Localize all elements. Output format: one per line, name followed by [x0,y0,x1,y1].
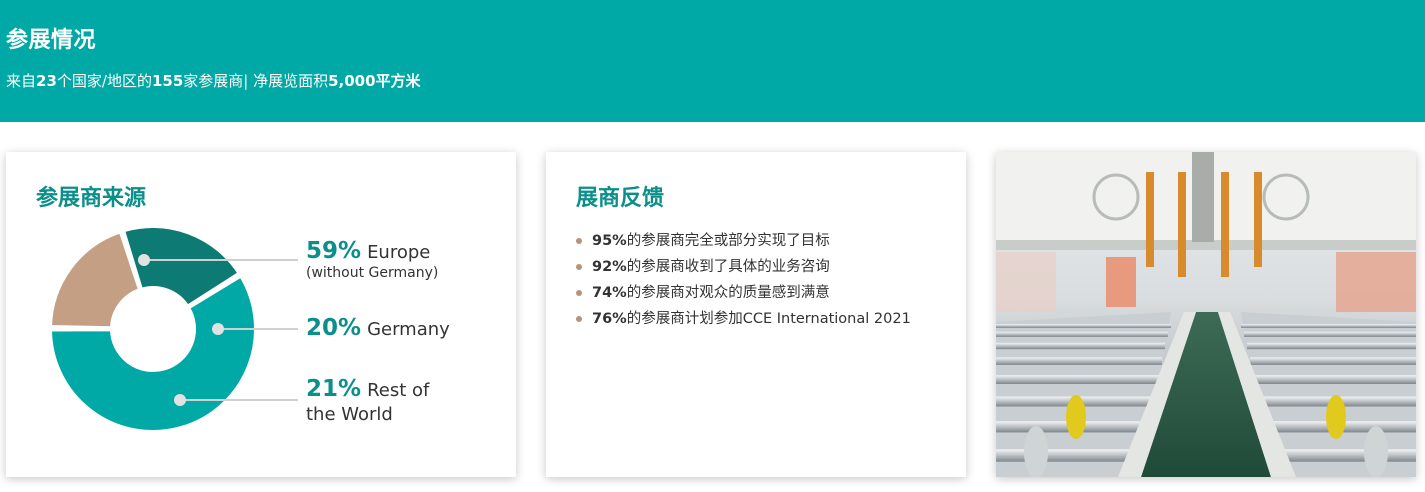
bullet-icon [576,290,582,296]
feedback-item: 95%的参展商完全或部分实现了目标 [576,228,911,254]
connector-dot-rest-of-world [174,394,186,406]
exhibitor-feedback-card: 展商反馈 95%的参展商完全或部分实现了目标 92%的参展商收到了具体的业务咨询… [546,152,966,477]
feedback-percent: 76% [592,311,627,327]
bullet-icon [576,238,582,244]
europe-label: Europe [367,242,431,263]
rest-percent: 21% [306,376,362,402]
feedback-text: 的参展商完全或部分实现了目标 [626,233,830,249]
feedback-text: 的参展商收到了具体的业务咨询 [626,259,830,275]
feedback-percent: 74% [592,285,627,301]
roller-left [996,357,1162,365]
feedback-item: 74%的参展商对观众的质量感到满意 [576,280,911,306]
header-banner: 参展情况 来自23个国家/地区的155家参展商| 净展览面积5,000平方米 [0,0,1425,122]
roller-left [996,342,1165,350]
subtitle-text-3: 家参展商| 净展览面积 [183,72,329,90]
roller-right [1244,331,1416,337]
banner-subtitle: 来自23个国家/地区的155家参展商| 净展览面积5,000平方米 [6,70,421,91]
rest-label-line2: the World [306,404,393,425]
roller-right [1253,375,1416,384]
legend-germany: 20% Germany [306,315,450,341]
roller-right [1250,357,1416,365]
europe-percent: 59% [306,238,362,264]
exhibitor-source-card: 参展商来源 59% Europe (without Germany) 20% Ger… [6,152,516,477]
subtitle-text-2: 个国家/地区的 [56,72,152,90]
bullet-icon [576,264,582,270]
feedback-percent: 92% [592,259,627,275]
exhibitors-count: 155 [151,72,184,90]
area-unit: 平方米 [375,72,421,90]
banner-title: 参展情况 [6,28,97,53]
feedback-percent: 95% [592,233,627,249]
exhibitor-feedback-title: 展商反馈 [576,186,665,211]
roller-left [996,324,1171,328]
legend-rest-of-world: 21% Rest of the World [306,376,429,425]
feedback-text: 的参展商对观众的质量感到满意 [626,285,830,301]
conveyor-machine-illustration [996,152,1416,477]
connector-dot-germany [212,323,224,335]
germany-percent: 20% [306,315,362,341]
conveyor-machine-photo [996,152,1416,477]
feedback-text: 的参展商计划参加CCE International 2021 [626,311,911,327]
bullet-icon [576,316,582,322]
rest-label: Rest of [367,380,430,401]
feedback-item: 76%的参展商计划参加CCE International 2021 [576,306,911,332]
connector-dot-europe [138,254,150,266]
feedback-list: 95%的参展商完全或部分实现了目标 92%的参展商收到了具体的业务咨询 74%的… [576,228,911,332]
germany-label: Germany [367,319,450,340]
roller-left [996,375,1159,384]
countries-count: 23 [36,72,57,90]
net-area-value: 5,000 [328,72,376,90]
subtitle-text-1: 来自 [6,72,37,90]
europe-sublabel: (without Germany) [306,265,439,281]
legend-europe: 59% Europe (without Germany) [306,238,438,281]
roller-right [1247,342,1416,350]
feedback-item: 92%的参展商收到了具体的业务咨询 [576,254,911,280]
roller-right [1241,324,1416,328]
roller-left [996,331,1168,337]
